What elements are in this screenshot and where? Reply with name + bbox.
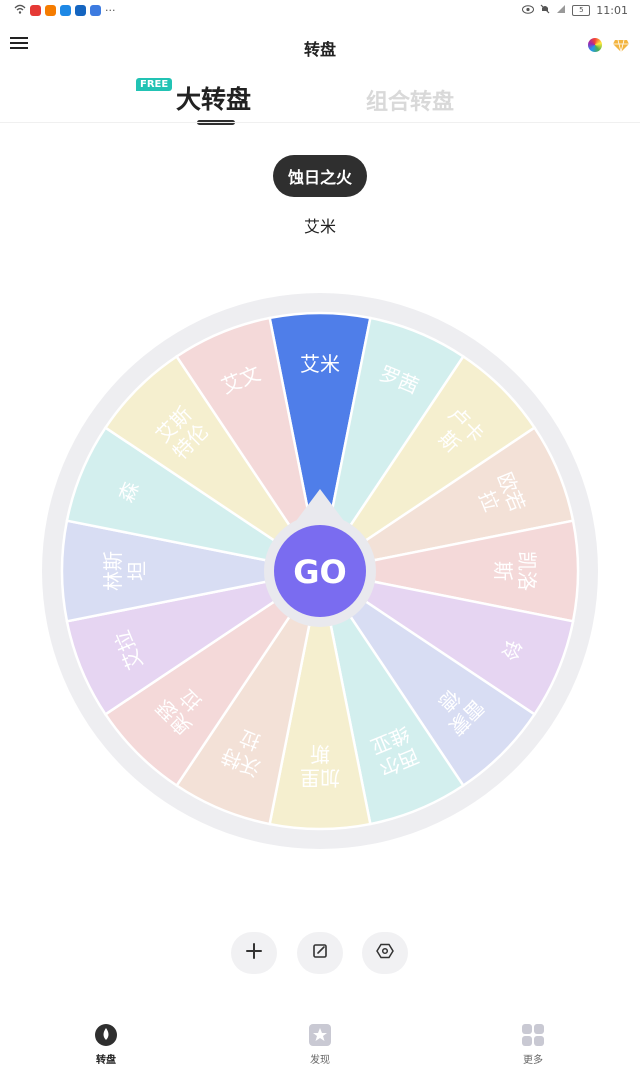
wheel-segment-text: 斯 — [310, 742, 330, 766]
status-bar: ··· 5 11:01 — [0, 0, 640, 22]
nav-label: 发现 — [310, 1055, 330, 1066]
discover-icon — [308, 1023, 332, 1047]
wheel-icon — [94, 1023, 118, 1047]
nav-label: 转盘 — [96, 1055, 116, 1066]
result-text: 艾米 — [303, 217, 336, 236]
app-notification-icon — [90, 5, 101, 16]
divider — [0, 122, 640, 123]
settings-button[interactable] — [362, 932, 408, 974]
vip-diamond-icon[interactable] — [612, 38, 630, 53]
color-theme-icon[interactable] — [588, 38, 602, 52]
tab-big-wheel[interactable]: 大转盘 — [176, 80, 251, 116]
edit-icon — [311, 942, 329, 964]
bottom-nav: 转盘 发现 更多 — [0, 1015, 640, 1067]
clock: 11:01 — [596, 4, 628, 17]
app-notification-icon — [45, 5, 56, 16]
free-badge: FREE — [136, 78, 173, 91]
app-notification-icon — [30, 5, 41, 16]
hexagon-settings-icon — [376, 942, 394, 964]
edit-button[interactable] — [297, 932, 343, 974]
tab-combo-wheel[interactable]: 组合转盘 — [366, 84, 454, 116]
result-pill: 蚀日之火 — [273, 155, 367, 197]
mute-icon — [540, 4, 550, 17]
page-title: 转盘 — [303, 40, 336, 59]
app-notification-icon — [75, 5, 86, 16]
wifi-icon — [14, 4, 26, 17]
wheel-segment-text: 加里 — [300, 766, 340, 790]
wheel-segment-label: 艾米 — [300, 352, 340, 376]
battery-icon: 5 — [572, 5, 591, 16]
wheel-segment-text: 凯洛 — [515, 551, 539, 591]
nav-item-wheel[interactable]: 转盘 — [76, 1023, 136, 1066]
plus-icon — [245, 942, 263, 964]
more-grid-icon — [521, 1023, 545, 1047]
go-button-label[interactable]: GO — [293, 553, 346, 591]
spin-wheel[interactable]: 艾米 罗茜卢卡斯欧若拉凯洛斯铃雷蒙德西尔维亚加里斯沃特拉奥瑟拉艾拉林斯 坦森艾斯特伦… — [27, 278, 613, 864]
status-right-icons: 5 11:01 — [522, 4, 628, 17]
wheel-tabs: FREE 大转盘 组合转盘 — [0, 74, 640, 125]
add-button[interactable] — [231, 932, 277, 974]
nav-item-discover[interactable]: 发现 — [290, 1023, 350, 1066]
signal-icon — [556, 4, 566, 17]
app-bar: 转盘 — [0, 26, 640, 66]
wheel-segment-text: 林斯 — [101, 551, 125, 591]
wheel-segment-text: 艾米 — [300, 352, 340, 376]
wheel-segment-text: 斯 — [491, 561, 515, 581]
status-left-icons: ··· — [14, 4, 116, 17]
nav-item-more[interactable]: 更多 — [503, 1023, 563, 1066]
wheel-segment-text: 坦 — [125, 561, 149, 581]
more-notifications-icon: ··· — [105, 4, 116, 17]
nav-label: 更多 — [523, 1055, 543, 1066]
app-notification-icon — [60, 5, 71, 16]
eye-icon — [522, 4, 535, 17]
